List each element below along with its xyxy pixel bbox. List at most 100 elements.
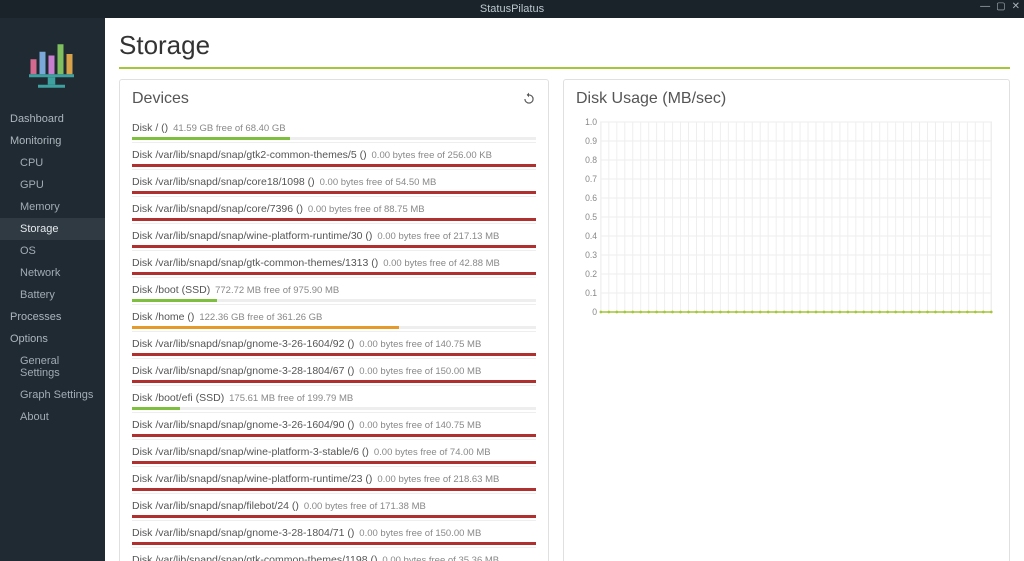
svg-text:0.5: 0.5	[585, 211, 597, 221]
nav-network[interactable]: Network	[0, 262, 105, 284]
device-row: Disk /var/lib/snapd/snap/gnome-3-26-1604…	[132, 413, 536, 439]
device-progress	[132, 272, 536, 275]
device-label: Disk /var/lib/snapd/snap/gnome-3-26-1604…	[132, 419, 536, 431]
device-free-text: 0.00 bytes free of 218.63 MB	[377, 474, 499, 485]
svg-text:0.3: 0.3	[585, 249, 597, 259]
nav-gpu[interactable]: GPU	[0, 174, 105, 196]
nav-cpu[interactable]: CPU	[0, 152, 105, 174]
device-progress	[132, 434, 536, 437]
device-free-text: 0.00 bytes free of 88.75 MB	[308, 204, 425, 215]
nav-storage[interactable]: Storage	[0, 218, 105, 240]
svg-text:0.6: 0.6	[585, 192, 597, 202]
page-title: Storage	[119, 30, 1010, 61]
device-row: Disk /boot/efi (SSD) 175.61 MB free of 1…	[132, 386, 536, 412]
device-row: Disk /var/lib/snapd/snap/core/7396 () 0.…	[132, 197, 536, 223]
nav-monitoring[interactable]: Monitoring	[0, 130, 105, 152]
nav-processes[interactable]: Processes	[0, 306, 105, 328]
device-label: Disk /var/lib/snapd/snap/gtk2-common-the…	[132, 149, 536, 161]
device-label: Disk / () 41.59 GB free of 68.40 GB	[132, 122, 536, 134]
nav-label: Graph Settings	[20, 389, 93, 401]
device-free-text: 0.00 bytes free of 217.13 MB	[377, 231, 499, 242]
nav-general-settings[interactable]: General Settings	[0, 350, 105, 384]
nav-label: Network	[20, 267, 60, 279]
refresh-icon[interactable]	[522, 92, 536, 106]
device-row: Disk /var/lib/snapd/snap/gtk-common-them…	[132, 548, 536, 561]
nav-graph-settings[interactable]: Graph Settings	[0, 384, 105, 406]
device-progress	[132, 326, 536, 329]
device-row: Disk /var/lib/snapd/snap/core18/1098 () …	[132, 170, 536, 196]
device-progress	[132, 461, 536, 464]
svg-text:0: 0	[592, 306, 597, 316]
nav-label: General Settings	[20, 355, 60, 379]
nav-label: About	[20, 411, 49, 423]
device-label: Disk /var/lib/snapd/snap/gnome-3-28-1804…	[132, 527, 536, 539]
device-label: Disk /var/lib/snapd/snap/wine-platform-r…	[132, 230, 536, 242]
device-label: Disk /var/lib/snapd/snap/core/7396 () 0.…	[132, 203, 536, 215]
device-label: Disk /home () 122.36 GB free of 361.26 G…	[132, 311, 536, 323]
close-button[interactable]: ✕	[1012, 1, 1020, 12]
device-progress	[132, 515, 536, 518]
device-row: Disk /var/lib/snapd/snap/wine-platform-3…	[132, 440, 536, 466]
nav: Dashboard Monitoring CPU GPU Memory Storage OS…	[0, 108, 105, 428]
sidebar: Dashboard Monitoring CPU GPU Memory Storage OS…	[0, 18, 105, 561]
nav-label: Options	[10, 333, 48, 345]
device-free-text: 0.00 bytes free of 54.50 MB	[320, 177, 437, 188]
nav-label: Monitoring	[10, 135, 61, 147]
nav-label: OS	[20, 245, 36, 257]
device-row: Disk /var/lib/snapd/snap/gtk2-common-the…	[132, 143, 536, 169]
device-free-text: 0.00 bytes free of 256.00 KB	[372, 150, 492, 161]
devices-heading: Devices	[132, 90, 189, 108]
window-controls: — ▢ ✕	[980, 1, 1020, 12]
nav-os[interactable]: OS	[0, 240, 105, 262]
device-free-text: 0.00 bytes free of 150.00 MB	[359, 528, 481, 539]
device-row: Disk /var/lib/snapd/snap/gnome-3-28-1804…	[132, 359, 536, 385]
device-progress	[132, 299, 536, 302]
svg-text:1.0: 1.0	[585, 116, 597, 126]
nav-about[interactable]: About	[0, 406, 105, 428]
window-title: StatusPilatus	[480, 3, 544, 15]
device-free-text: 41.59 GB free of 68.40 GB	[173, 123, 286, 134]
nav-label: Dashboard	[10, 113, 64, 125]
nav-options[interactable]: Options	[0, 328, 105, 350]
device-label: Disk /boot/efi (SSD) 175.61 MB free of 1…	[132, 392, 536, 404]
nav-label: Memory	[20, 201, 60, 213]
device-free-text: 0.00 bytes free of 150.00 MB	[359, 366, 481, 377]
nav-battery[interactable]: Battery	[0, 284, 105, 306]
title-divider	[119, 67, 1010, 69]
device-free-text: 0.00 bytes free of 35.36 MB	[382, 555, 499, 561]
device-label: Disk /var/lib/snapd/snap/wine-platform-r…	[132, 473, 536, 485]
device-row: Disk /var/lib/snapd/snap/filebot/24 () 0…	[132, 494, 536, 520]
device-free-text: 0.00 bytes free of 140.75 MB	[359, 339, 481, 350]
window-titlebar: StatusPilatus — ▢ ✕	[0, 0, 1024, 18]
nav-memory[interactable]: Memory	[0, 196, 105, 218]
device-label: Disk /var/lib/snapd/snap/gtk-common-them…	[132, 554, 536, 561]
minimize-button[interactable]: —	[980, 1, 990, 12]
nav-label: GPU	[20, 179, 44, 191]
device-progress	[132, 542, 536, 545]
nav-label: CPU	[20, 157, 43, 169]
device-free-text: 0.00 bytes free of 171.38 MB	[304, 501, 426, 512]
nav-label: Battery	[20, 289, 55, 301]
device-free-text: 122.36 GB free of 361.26 GB	[199, 312, 322, 323]
device-label: Disk /var/lib/snapd/snap/core18/1098 () …	[132, 176, 536, 188]
nav-dashboard[interactable]: Dashboard	[0, 108, 105, 130]
device-free-text: 175.61 MB free of 199.79 MB	[229, 393, 353, 404]
device-label: Disk /var/lib/snapd/snap/gnome-3-28-1804…	[132, 365, 536, 377]
svg-text:0.2: 0.2	[585, 268, 597, 278]
disk-usage-chart: 00.10.20.30.40.50.60.70.80.91.0	[576, 116, 997, 326]
device-progress	[132, 488, 536, 491]
content: Storage Devices Disk / () 41.59 GB free …	[105, 18, 1024, 561]
svg-text:0.7: 0.7	[585, 173, 597, 183]
device-row: Disk /var/lib/snapd/snap/gtk-common-them…	[132, 251, 536, 277]
device-row: Disk /boot (SSD) 772.72 MB free of 975.9…	[132, 278, 536, 304]
device-free-text: 0.00 bytes free of 74.00 MB	[374, 447, 491, 458]
device-label: Disk /var/lib/snapd/snap/gtk-common-them…	[132, 257, 536, 269]
device-list: Disk / () 41.59 GB free of 68.40 GB Disk …	[132, 116, 536, 561]
chart-heading: Disk Usage (MB/sec)	[576, 90, 726, 108]
logo	[0, 18, 105, 108]
maximize-button[interactable]: ▢	[996, 1, 1005, 12]
devices-panel: Devices Disk / () 41.59 GB free of 68.40…	[119, 79, 549, 561]
device-progress	[132, 164, 536, 167]
device-row: Disk /var/lib/snapd/snap/gnome-3-28-1804…	[132, 521, 536, 547]
svg-text:0.9: 0.9	[585, 135, 597, 145]
